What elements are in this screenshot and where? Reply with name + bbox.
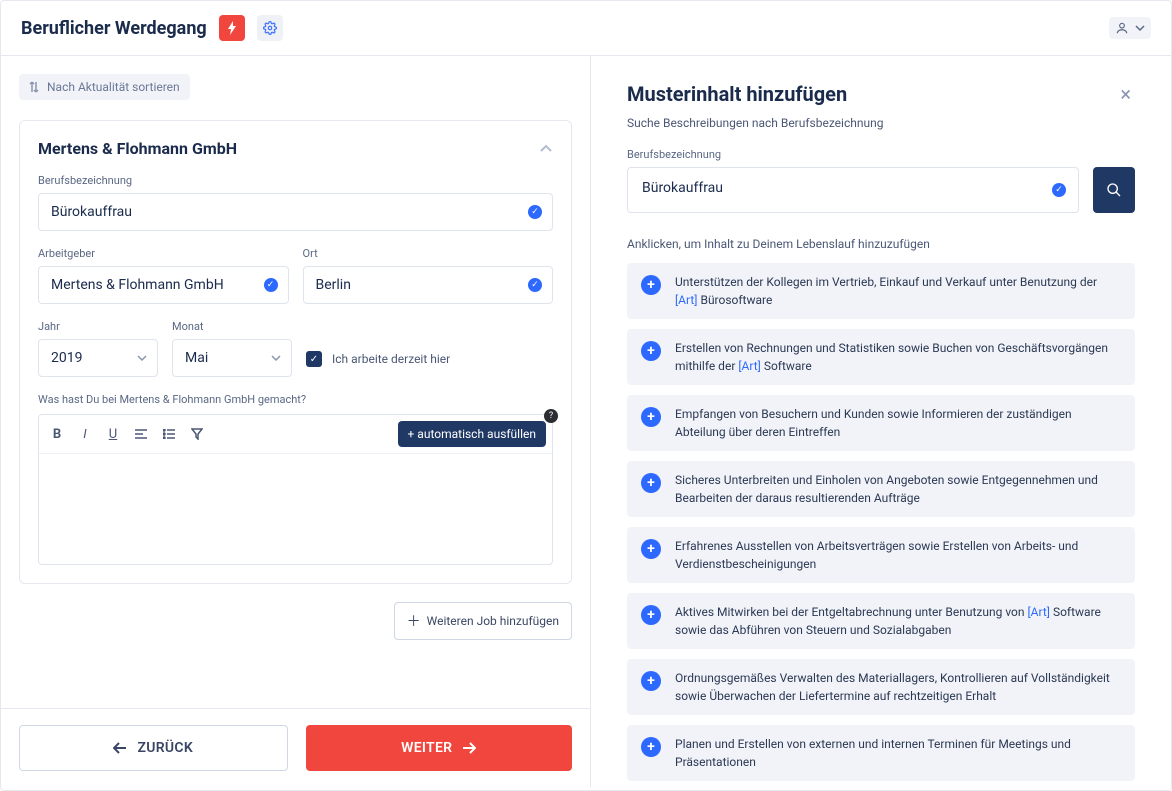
job-card: Mertens & Flohmann GmbH Berufsbezeichnun… xyxy=(19,120,572,584)
chevron-down-icon xyxy=(271,353,281,363)
add-icon[interactable]: + xyxy=(641,275,661,295)
suggestion-item[interactable]: + Ordnungsgemäßes Verwalten des Materiall… xyxy=(627,659,1135,715)
panel-hint: Anklicken, um Inhalt zu Deinem Lebenslau… xyxy=(627,237,1135,251)
panel-subtitle: Suche Beschreibungen nach Berufsbezeichn… xyxy=(627,116,883,130)
sort-label: Nach Aktualität sortieren xyxy=(47,80,180,94)
arrow-right-icon xyxy=(462,742,476,754)
help-icon[interactable]: ? xyxy=(544,409,558,423)
suggestion-text: Erfahrenes Ausstellen von Arbeitsverträg… xyxy=(675,537,1121,573)
employer-input[interactable]: Mertens & Flohmann GmbH ✓ xyxy=(38,266,289,304)
add-icon[interactable]: + xyxy=(641,473,661,493)
suggestion-text: Erstellen von Rechnungen und Statistiken… xyxy=(675,339,1121,375)
check-icon: ✓ xyxy=(528,205,542,219)
suggestion-text: Planen und Erstellen von externen und in… xyxy=(675,735,1121,771)
suggestion-text: Aktives Mitwirken bei der Entgeltabrechn… xyxy=(675,603,1121,639)
check-icon: ✓ xyxy=(1052,183,1066,197)
sort-button[interactable]: Nach Aktualität sortieren xyxy=(19,74,190,100)
search-button[interactable] xyxy=(1093,167,1135,213)
suggestion-text: Unterstützen der Kollegen im Vertrieb, E… xyxy=(675,273,1121,309)
add-job-button[interactable]: ＋ Weiteren Job hinzufügen xyxy=(394,602,572,640)
page-title: Beruflicher Werdegang xyxy=(21,18,207,39)
suggestion-text: Empfangen von Besuchern und Kunden sowie… xyxy=(675,405,1121,441)
description-label: Was hast Du bei Mertens & Flohmann GmbH … xyxy=(38,393,553,406)
plus-icon: ＋ xyxy=(407,611,421,631)
editor-toolbar: B I U + automatis xyxy=(39,415,552,454)
user-icon xyxy=(1115,21,1129,35)
panel-title: Musterinhalt hinzufügen xyxy=(627,82,883,106)
job-title-input[interactable]: Bürokauffrau ✓ xyxy=(38,193,553,231)
list-button[interactable] xyxy=(157,422,181,446)
location-label: Ort xyxy=(303,247,554,260)
employer-label: Arbeitgeber xyxy=(38,247,289,260)
search-label: Berufsbezeichnung xyxy=(627,148,1135,161)
arrow-left-icon xyxy=(113,742,127,754)
suggestion-item[interactable]: + Erfahrenes Ausstellen von Arbeitsverträ… xyxy=(627,527,1135,583)
check-icon: ✓ xyxy=(528,278,542,292)
add-icon[interactable]: + xyxy=(641,407,661,427)
chevron-down-icon xyxy=(137,353,147,363)
close-icon[interactable]: × xyxy=(1116,82,1135,106)
check-icon: ✓ xyxy=(264,278,278,292)
search-input[interactable]: Bürokauffrau ✓ xyxy=(627,167,1079,213)
search-icon xyxy=(1106,182,1122,198)
topbar: Beruflicher Werdegang xyxy=(1,1,1171,56)
form-column: Nach Aktualität sortieren Mertens & Floh… xyxy=(1,56,591,787)
add-icon[interactable]: + xyxy=(641,605,661,625)
gear-icon[interactable] xyxy=(257,15,283,41)
suggestion-text: Ordnungsgemäßes Verwalten des Materialla… xyxy=(675,669,1121,705)
add-icon[interactable]: + xyxy=(641,671,661,691)
job-title-label: Berufsbezeichnung xyxy=(38,174,553,187)
back-button[interactable]: ZURÜCK xyxy=(19,725,288,771)
footer-nav: ZURÜCK WEITER xyxy=(1,708,590,787)
location-input[interactable]: Berlin ✓ xyxy=(303,266,554,304)
suggestion-text: Sicheres Unterbreiten und Einholen von A… xyxy=(675,471,1121,507)
suggestion-item[interactable]: + Unterstützen der Kollegen im Vertrieb, … xyxy=(627,263,1135,319)
add-icon[interactable]: + xyxy=(641,341,661,361)
collapse-icon[interactable] xyxy=(539,142,553,156)
month-label: Monat xyxy=(172,320,292,333)
suggestion-item[interactable]: + Planen und Erstellen von externen und i… xyxy=(627,725,1135,781)
year-select[interactable]: 2019 xyxy=(38,339,158,377)
bold-button[interactable]: B xyxy=(45,422,69,446)
month-select[interactable]: Mai xyxy=(172,339,292,377)
align-button[interactable] xyxy=(129,422,153,446)
bolt-icon[interactable] xyxy=(219,15,245,41)
year-label: Jahr xyxy=(38,320,158,333)
editor-textarea[interactable] xyxy=(39,454,552,564)
account-menu[interactable] xyxy=(1109,17,1151,39)
current-checkbox[interactable]: ✓ xyxy=(306,351,322,367)
add-icon[interactable]: + xyxy=(641,539,661,559)
suggestions-panel: Musterinhalt hinzufügen Suche Beschreibu… xyxy=(591,56,1171,787)
suggestion-item[interactable]: + Empfangen von Besuchern und Kunden sowi… xyxy=(627,395,1135,451)
filter-button[interactable] xyxy=(185,422,209,446)
next-button[interactable]: WEITER xyxy=(306,725,573,771)
description-editor: ? B I U xyxy=(38,414,553,565)
underline-button[interactable]: U xyxy=(101,422,125,446)
current-label: Ich arbeite derzeit hier xyxy=(332,352,450,366)
italic-button[interactable]: I xyxy=(73,422,97,446)
sort-icon xyxy=(29,81,39,93)
add-icon[interactable]: + xyxy=(641,737,661,757)
suggestion-list: + Unterstützen der Kollegen im Vertrieb, … xyxy=(627,263,1135,787)
chevron-down-icon xyxy=(1135,23,1145,33)
suggestion-item[interactable]: + Aktives Mitwirken bei der Entgeltabrech… xyxy=(627,593,1135,649)
autofill-button[interactable]: + automatisch ausfüllen xyxy=(398,421,546,447)
suggestion-item[interactable]: + Erstellen von Rechnungen und Statistike… xyxy=(627,329,1135,385)
card-title: Mertens & Flohmann GmbH xyxy=(38,139,237,158)
suggestion-item[interactable]: + Sicheres Unterbreiten und Einholen von … xyxy=(627,461,1135,517)
